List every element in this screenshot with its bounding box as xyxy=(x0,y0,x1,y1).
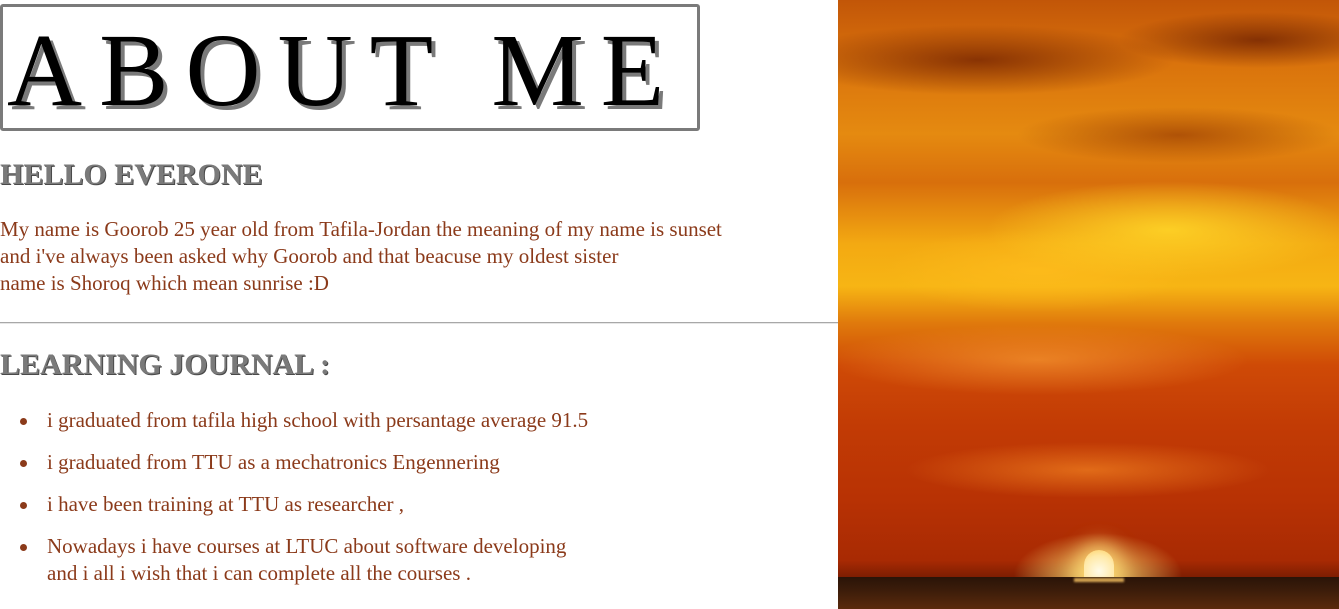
sunset-image xyxy=(838,0,1339,609)
bullet-icon xyxy=(20,544,27,551)
list-item-text: and i all i wish that i can complete all… xyxy=(47,561,471,585)
list-item: i graduated from TTU as a mechatronics E… xyxy=(0,449,588,476)
title-box: ABOUT ME xyxy=(0,4,700,131)
bullet-icon xyxy=(20,502,27,509)
list-item: i graduated from tafila high school with… xyxy=(0,407,588,434)
page-title: ABOUT ME xyxy=(7,13,682,128)
about-me-page: ABOUT ME HELLO EVERONE My name is Goorob… xyxy=(0,0,1339,609)
hello-heading: HELLO EVERONE xyxy=(0,158,263,191)
list-item-text: Nowadays i have courses at LTUC about so… xyxy=(47,534,567,558)
bullet-icon xyxy=(20,418,27,425)
sun-icon xyxy=(1084,550,1114,580)
intro-paragraph: My name is Goorob 25 year old from Tafil… xyxy=(0,216,830,297)
intro-line: My name is Goorob 25 year old from Tafil… xyxy=(0,217,722,241)
list-item: i have been training at TTU as researche… xyxy=(0,491,588,518)
list-item-text: i have been training at TTU as researche… xyxy=(47,492,405,516)
bullet-icon xyxy=(20,460,27,467)
sun-reflection xyxy=(1074,578,1124,582)
list-item: Nowadays i have courses at LTUC about so… xyxy=(0,533,588,587)
learning-journal-list: i graduated from tafila high school with… xyxy=(0,407,588,602)
intro-line: and i've always been asked why Goorob an… xyxy=(0,244,619,268)
learning-journal-heading: LEARNING JOURNAL : xyxy=(0,348,331,381)
list-item-text: i graduated from TTU as a mechatronics E… xyxy=(47,450,500,474)
list-item-text: i graduated from tafila high school with… xyxy=(47,408,589,432)
intro-line: name is Shoroq which mean sunrise :D xyxy=(0,271,329,295)
